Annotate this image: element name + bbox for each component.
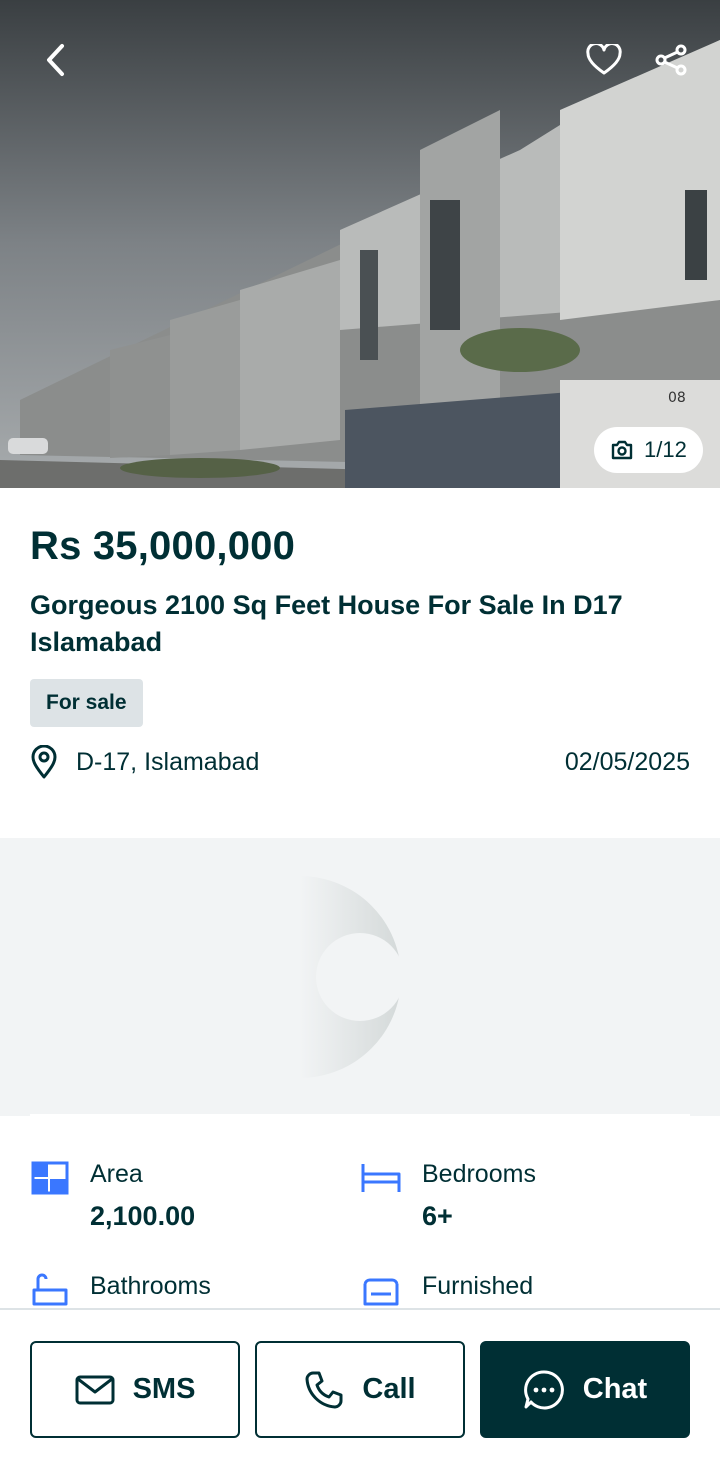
detail-label: Bedrooms bbox=[422, 1160, 536, 1188]
loading-spinner-icon bbox=[30, 876, 690, 1116]
detail-area: Area 2,100.00 bbox=[30, 1160, 195, 1232]
share-icon bbox=[655, 44, 687, 76]
detail-value: 2,100.00 bbox=[90, 1201, 196, 1231]
chat-bubble-icon bbox=[523, 1369, 564, 1409]
detail-furnished: Furnished bbox=[360, 1272, 533, 1308]
location-row: D-17, Islamabad 02/05/2025 bbox=[30, 745, 690, 779]
phone-icon bbox=[305, 1371, 343, 1408]
detail-bathrooms: Bathrooms bbox=[30, 1272, 211, 1308]
detail-value: 6+ bbox=[422, 1201, 453, 1231]
sms-label: SMS bbox=[132, 1373, 196, 1405]
detail-label: Area bbox=[90, 1160, 143, 1188]
listing-info: Rs 35,000,000 Gorgeous 2100 Sq Feet Hous… bbox=[30, 524, 690, 779]
listing-title: Gorgeous 2100 Sq Feet House For Sale In … bbox=[30, 590, 623, 657]
photo-counter-text: 1/12 bbox=[644, 437, 687, 462]
call-button[interactable]: Call bbox=[255, 1341, 465, 1438]
call-label: Call bbox=[362, 1373, 416, 1405]
price: Rs 35,000,000 bbox=[30, 524, 296, 568]
house-number: 08 bbox=[668, 390, 686, 406]
mail-icon bbox=[75, 1375, 115, 1404]
chat-label: Chat bbox=[582, 1373, 648, 1405]
bed-icon bbox=[361, 1164, 401, 1192]
action-bar: SMS Call Chat bbox=[0, 1308, 720, 1467]
chat-button[interactable]: Chat bbox=[480, 1341, 690, 1438]
heart-icon bbox=[586, 44, 622, 75]
detail-label: Bathrooms bbox=[90, 1272, 211, 1300]
detail-label: Furnished bbox=[422, 1272, 534, 1300]
location[interactable]: D-17, Islamabad bbox=[30, 745, 259, 779]
bath-icon bbox=[32, 1273, 68, 1306]
area-icon bbox=[31, 1161, 69, 1195]
share-button[interactable] bbox=[649, 38, 693, 82]
detail-bedrooms: Bedrooms 6+ bbox=[360, 1160, 536, 1232]
back-button[interactable] bbox=[34, 38, 78, 82]
location-text: D-17, Islamabad bbox=[76, 747, 260, 776]
map-placeholder[interactable] bbox=[0, 838, 720, 1116]
status-badge: For sale bbox=[30, 679, 143, 727]
sofa-icon bbox=[363, 1278, 399, 1306]
favorite-button[interactable] bbox=[582, 38, 626, 82]
sms-button[interactable]: SMS bbox=[30, 1341, 240, 1438]
posted-date: 02/05/2025 bbox=[564, 747, 690, 776]
listing-photo[interactable]: 08 1/12 bbox=[0, 0, 720, 488]
chevron-left-icon bbox=[47, 44, 64, 76]
photo-counter[interactable]: 1/12 bbox=[594, 427, 703, 473]
location-pin-icon bbox=[31, 745, 57, 779]
camera-icon bbox=[611, 440, 633, 460]
